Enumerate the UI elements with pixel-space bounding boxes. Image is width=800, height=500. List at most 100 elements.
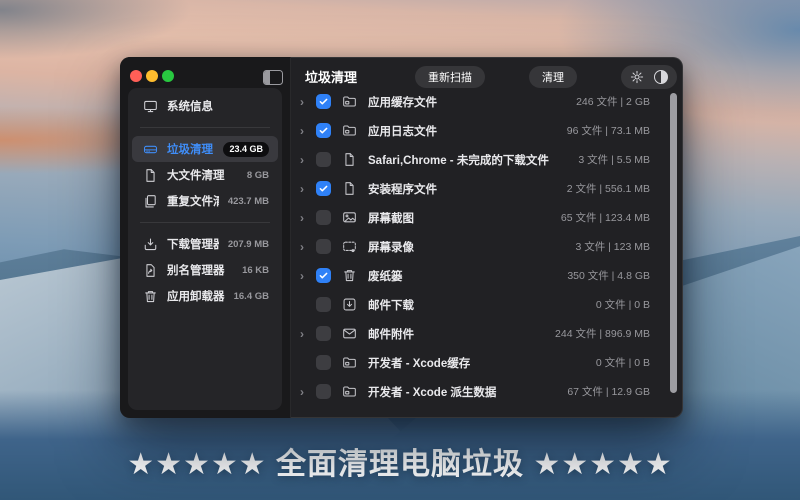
sidebar-item-label: 垃圾清理 bbox=[167, 141, 214, 157]
sidebar-item-label: 应用卸载器 bbox=[167, 288, 225, 304]
cleanup-row: ›应用日志文件96 文件 | 73.1 MB bbox=[290, 116, 683, 145]
checkbox-checked[interactable] bbox=[316, 123, 331, 138]
appearance-contrast-icon[interactable] bbox=[654, 70, 668, 84]
minimize-button[interactable] bbox=[146, 70, 158, 82]
row-count-size: 244 文件 | 896.9 MB bbox=[555, 326, 650, 341]
row-label: Safari,Chrome - 未完成的下载文件 bbox=[368, 152, 549, 168]
settings-gear-icon[interactable] bbox=[630, 70, 644, 84]
header-actions: 重新扫描 清理 bbox=[415, 65, 677, 89]
sidebar-divider bbox=[140, 222, 270, 223]
checkbox-unchecked[interactable] bbox=[316, 326, 331, 341]
row-label: 邮件附件 bbox=[368, 326, 414, 342]
cleanup-row: ›邮件下载0 文件 | 0 B bbox=[290, 290, 683, 319]
row-count-size: 0 文件 | 0 B bbox=[596, 297, 650, 312]
folder-files-icon bbox=[342, 355, 357, 370]
sidebar-item-下载管理器[interactable]: 下载管理器 207.9 MB bbox=[132, 231, 278, 257]
sidebar-item-label: 大文件清理 bbox=[167, 167, 238, 183]
checkbox-checked[interactable] bbox=[316, 268, 331, 283]
document-icon bbox=[342, 181, 357, 196]
cleanup-row: ›开发者 - Xcode缓存0 文件 | 0 B bbox=[290, 348, 683, 377]
document-icon bbox=[143, 168, 158, 183]
display-icon bbox=[143, 99, 158, 114]
header-icons-group bbox=[621, 65, 677, 89]
checkbox-unchecked[interactable] bbox=[316, 297, 331, 312]
expand-chevron-icon[interactable]: › bbox=[300, 327, 313, 341]
clean-button[interactable]: 清理 bbox=[529, 66, 577, 88]
scrollbar-thumb[interactable] bbox=[670, 93, 677, 393]
marketing-caption: ★★★★★ 全面清理电脑垃圾 ★★★★★ bbox=[0, 439, 800, 483]
row-label: 开发者 - Xcode 派生数据 bbox=[368, 384, 496, 400]
cleanup-row: › 邮件附件 244 文件 | 896.9 MB bbox=[290, 319, 683, 348]
download-icon bbox=[143, 237, 158, 252]
page-title: 垃圾清理 bbox=[305, 67, 357, 86]
folder-files-icon bbox=[342, 94, 357, 109]
row-count-size: 246 文件 | 2 GB bbox=[576, 94, 650, 109]
document-icon bbox=[342, 152, 357, 167]
sidebar-item-系统信息[interactable]: 系统信息 bbox=[132, 93, 278, 119]
checkbox-unchecked[interactable] bbox=[316, 239, 331, 254]
row-count-size: 0 文件 | 0 B bbox=[596, 355, 650, 370]
sidebar-column: 系统信息垃圾清理 23.4 GB 大文件清理 8 GB 重复文件清理423.7 MB 下载… bbox=[120, 57, 291, 418]
row-label: 屏幕录像 bbox=[368, 239, 414, 255]
rescan-button[interactable]: 重新扫描 bbox=[415, 66, 485, 88]
traffic-lights bbox=[130, 70, 174, 82]
checkbox-unchecked[interactable] bbox=[316, 210, 331, 225]
checkbox-checked[interactable] bbox=[316, 181, 331, 196]
cleanup-row: ›安装程序文件2 文件 | 556.1 MB bbox=[290, 174, 683, 203]
expand-chevron-icon[interactable]: › bbox=[300, 95, 313, 109]
sidebar-panel: 系统信息垃圾清理 23.4 GB 大文件清理 8 GB 重复文件清理423.7 MB 下载… bbox=[128, 88, 282, 410]
sidebar-item-垃圾清理[interactable]: 垃圾清理 23.4 GB bbox=[132, 136, 278, 162]
mail-download-icon bbox=[342, 297, 357, 312]
row-label: 应用缓存文件 bbox=[368, 94, 437, 110]
expand-chevron-icon[interactable]: › bbox=[300, 240, 313, 254]
row-label: 开发者 - Xcode缓存 bbox=[368, 355, 470, 371]
folder-files-icon bbox=[342, 384, 357, 399]
sidebar-item-大文件清理[interactable]: 大文件清理 8 GB bbox=[132, 162, 278, 188]
size-value: 16.4 GB bbox=[234, 291, 269, 302]
row-count-size: 96 文件 | 73.1 MB bbox=[567, 123, 650, 138]
close-button[interactable] bbox=[130, 70, 142, 82]
checkbox-unchecked[interactable] bbox=[316, 152, 331, 167]
checkbox-checked[interactable] bbox=[316, 94, 331, 109]
row-count-size: 3 文件 | 123 MB bbox=[575, 239, 650, 254]
sidebar-item-别名管理器[interactable]: 别名管理器16 KB bbox=[132, 257, 278, 283]
app-window: 系统信息垃圾清理23.4 GB大文件清理8 GB重复文件清理423.7 MB下载… bbox=[120, 57, 683, 418]
sidebar-item-label: 下载管理器 bbox=[167, 236, 219, 252]
sidebar-item-label: 系统信息 bbox=[167, 98, 269, 114]
size-value: 207.9 MB bbox=[228, 239, 269, 250]
size-badge: 23.4 GB bbox=[223, 142, 269, 157]
sidebar-item-重复文件清理[interactable]: 重复文件清理423.7 MB bbox=[132, 188, 278, 214]
drive-icon bbox=[143, 142, 158, 157]
sidebar-toggle-icon[interactable] bbox=[263, 70, 283, 85]
expand-chevron-icon[interactable]: › bbox=[300, 153, 313, 167]
cleanup-row: › 屏幕截图 65 文件 | 123.4 MB bbox=[290, 203, 683, 232]
size-value: 8 GB bbox=[247, 170, 269, 181]
expand-chevron-icon[interactable]: › bbox=[300, 211, 313, 225]
expand-chevron-icon[interactable]: › bbox=[300, 124, 313, 138]
checkbox-unchecked[interactable] bbox=[316, 355, 331, 370]
row-label: 废纸篓 bbox=[368, 268, 403, 284]
row-count-size: 65 文件 | 123.4 MB bbox=[561, 210, 650, 225]
folder-files-icon bbox=[342, 123, 357, 138]
sidebar-item-应用卸载器[interactable]: 应用卸载器 16.4 GB bbox=[132, 283, 278, 309]
row-count-size: 67 文件 | 12.9 GB bbox=[567, 384, 650, 399]
expand-chevron-icon[interactable]: › bbox=[300, 182, 313, 196]
row-count-size: 350 文件 | 4.8 GB bbox=[567, 268, 650, 283]
cleanup-item-list: › 应用缓存文件 246 文件 | 2 GB ›应用日志文件96 文件 | 73.1 … bbox=[290, 87, 683, 406]
cleanup-row: › 屏幕录像 3 文件 | 123 MB bbox=[290, 232, 683, 261]
checkbox-unchecked[interactable] bbox=[316, 384, 331, 399]
row-label: 邮件下载 bbox=[368, 297, 414, 313]
sidebar-divider bbox=[140, 127, 270, 128]
expand-chevron-icon[interactable]: › bbox=[300, 269, 313, 283]
expand-chevron-icon[interactable]: › bbox=[300, 385, 313, 399]
zoom-button[interactable] bbox=[162, 70, 174, 82]
size-value: 423.7 MB bbox=[228, 196, 269, 207]
cleanup-row: › 应用缓存文件 246 文件 | 2 GB bbox=[290, 87, 683, 116]
alias-icon bbox=[143, 263, 158, 278]
screen-record-icon bbox=[342, 239, 357, 254]
row-label: 安装程序文件 bbox=[368, 181, 437, 197]
row-label: 屏幕截图 bbox=[368, 210, 414, 226]
envelope-icon bbox=[342, 326, 357, 341]
documents-icon bbox=[143, 194, 158, 209]
main-content: 垃圾清理 重新扫描 清理 › 应用缓存文件 246 文件 | 2 GB ›应用日志文件… bbox=[290, 57, 683, 418]
